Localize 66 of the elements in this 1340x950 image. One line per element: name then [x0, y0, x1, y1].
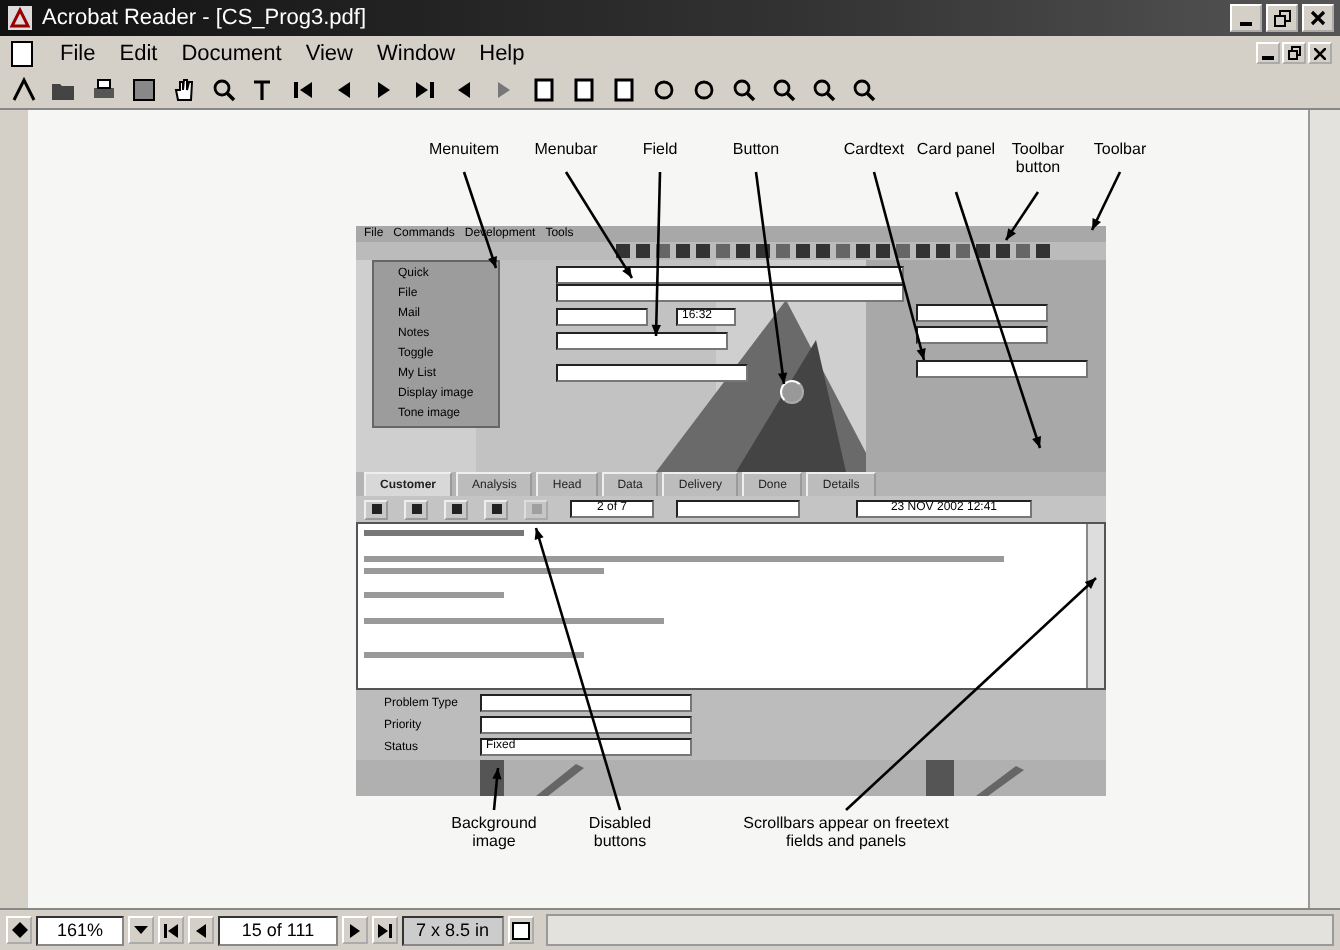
restore-button[interactable]: [1282, 42, 1306, 64]
square-icon: [451, 504, 461, 514]
menu-item[interactable]: Window: [377, 41, 456, 65]
minimize-button[interactable]: [1230, 4, 1262, 32]
arrow: [492, 767, 502, 811]
last-page-icon[interactable]: [372, 916, 398, 944]
callout-label: Menubar: [532, 140, 600, 159]
input-field[interactable]: [556, 364, 748, 382]
square-icon: [371, 504, 381, 514]
nav-button[interactable]: [484, 499, 508, 519]
input-field[interactable]: [676, 500, 800, 518]
next-page-icon[interactable]: [342, 916, 368, 944]
dropdown-icon[interactable]: [128, 916, 154, 944]
restore-icon: [1287, 46, 1301, 60]
menu-item[interactable]: File: [60, 41, 96, 65]
callout-label: Toolbar: [1091, 140, 1149, 159]
scrollbar[interactable]: [1308, 110, 1340, 908]
document-icon: [8, 39, 36, 67]
previous-page-icon[interactable]: [188, 916, 214, 944]
callout-label: Cardtext: [841, 140, 907, 159]
square-icon: [531, 504, 541, 514]
nav-button[interactable]: [404, 499, 428, 519]
first-page-icon[interactable]: [158, 916, 184, 944]
zoom-field[interactable]: 161%: [36, 915, 124, 945]
page-size: 7 x 8.5 in: [402, 915, 504, 945]
scrollbar[interactable]: [545, 914, 1334, 946]
restore-button[interactable]: [1266, 4, 1298, 32]
menu-item[interactable]: Edit: [119, 41, 158, 65]
input-field[interactable]: [556, 266, 904, 284]
callout-label: Menuitem: [426, 140, 502, 159]
callout-label: Background image: [449, 814, 539, 851]
minimize-button[interactable]: [1256, 42, 1280, 64]
input-field[interactable]: [556, 332, 728, 350]
callout-label: Toolbar button: [1009, 140, 1067, 177]
nav-button[interactable]: [364, 499, 388, 519]
callout-label: Disabled buttons: [586, 814, 654, 851]
input-field[interactable]: [916, 326, 1048, 344]
input-field[interactable]: [916, 360, 1088, 378]
restore-icon: [1273, 9, 1291, 27]
menu-item[interactable]: Document: [181, 41, 282, 65]
close-icon: [1310, 10, 1326, 26]
close-button[interactable]: [1308, 42, 1332, 64]
close-icon: [1314, 47, 1326, 59]
layout-icon[interactable]: [507, 916, 534, 944]
input-field[interactable]: [480, 716, 692, 734]
input-field[interactable]: [916, 304, 1048, 322]
callout-label: Field: [640, 140, 680, 159]
callout-label: Card panel: [914, 140, 998, 159]
menu-item[interactable]: Help: [479, 41, 525, 65]
arrow: [1090, 171, 1122, 231]
nav-button[interactable]: [444, 499, 468, 519]
callout-label: Button: [730, 140, 782, 159]
menu-item[interactable]: View: [305, 41, 353, 65]
input-field[interactable]: [556, 308, 648, 326]
text-area[interactable]: [356, 522, 1106, 690]
diamond-icon[interactable]: [6, 916, 32, 944]
app-icon: [6, 4, 34, 32]
scrollbar[interactable]: [1086, 524, 1104, 688]
square-icon: [411, 504, 421, 514]
square-icon: [491, 504, 501, 514]
page-field[interactable]: 15 of 111: [218, 915, 338, 945]
input-field[interactable]: [556, 284, 904, 302]
callout-label: Scrollbars appear on freetext fields and panels: [741, 814, 951, 851]
close-button[interactable]: [1302, 4, 1334, 32]
input-field[interactable]: [480, 694, 692, 712]
window-title: Acrobat Reader - [CS_Prog3.pdf]: [42, 6, 367, 30]
